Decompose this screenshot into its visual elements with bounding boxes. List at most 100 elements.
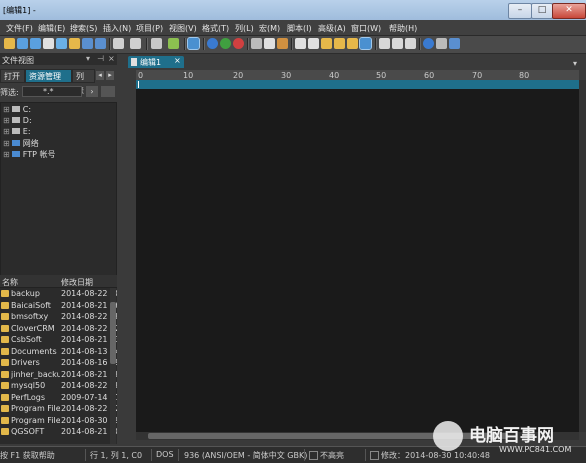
save-icon[interactable] — [82, 38, 93, 49]
list-item[interactable]: Documents 2014-08-13 14 — [0, 347, 117, 358]
column-mode-icon[interactable] — [168, 38, 179, 49]
tree-item[interactable]: ⊞ FTP 帐号 — [3, 149, 56, 160]
ruler-mark: 30 — [281, 71, 292, 80]
minimize-button[interactable]: – — [508, 3, 532, 19]
text-editor[interactable] — [136, 89, 579, 432]
menu-insert[interactable]: 插入(N) — [103, 23, 131, 34]
menu-search[interactable]: 搜索(S) — [70, 23, 97, 34]
document-tab[interactable]: 编辑1 × — [128, 56, 184, 68]
menu-view[interactable]: 视图(V) — [169, 23, 197, 34]
find-icon[interactable] — [321, 38, 332, 49]
stop-icon[interactable] — [233, 38, 244, 49]
copy-icon[interactable] — [264, 38, 275, 49]
menu-format[interactable]: 格式(T) — [202, 23, 229, 34]
ruler: 0 10 20 30 40 50 60 70 80 — [136, 70, 579, 80]
open-folder-icon[interactable] — [4, 38, 15, 49]
help-icon[interactable] — [449, 38, 460, 49]
menu-window[interactable]: 窗口(W) — [351, 23, 381, 34]
status-divider — [151, 449, 152, 461]
filter-input[interactable]: *.* — [22, 86, 82, 97]
find-in-files-icon[interactable] — [347, 38, 358, 49]
list-item[interactable]: bmsoftxy 2014-08-22 08 — [0, 312, 117, 323]
menu-project[interactable]: 项目(P) — [136, 23, 163, 34]
redo-icon[interactable] — [308, 38, 319, 49]
list-item[interactable]: PerfLogs 2009-07-14 11 — [0, 393, 117, 404]
folder-icon — [1, 382, 9, 389]
undo-icon[interactable] — [295, 38, 306, 49]
ruler-mark: 80 — [519, 71, 530, 80]
menu-macro[interactable]: 宏(M) — [259, 23, 280, 34]
window-layout-icon[interactable] — [379, 38, 390, 49]
folder-icon — [1, 348, 9, 355]
list-item[interactable]: mysql50 2014-08-22 08 — [0, 381, 117, 392]
tab-scroll-right-icon[interactable]: ▸ — [106, 71, 114, 80]
highlight-checkbox[interactable] — [309, 451, 318, 460]
watermark: 电脑百事网 WWW.PC841.COM — [433, 418, 583, 458]
goto-icon[interactable] — [359, 37, 372, 50]
save-all-icon[interactable] — [95, 38, 106, 49]
tree-item[interactable]: ⊞ D: — [3, 116, 32, 127]
tab-scroll-left-icon[interactable]: ◂ — [96, 71, 104, 80]
column-date[interactable]: 修改日期 — [61, 277, 93, 288]
readonly-checkbox[interactable] — [370, 451, 379, 460]
dropdown-arrow-icon[interactable]: ▾ — [86, 54, 90, 63]
column-name[interactable]: 名称 — [2, 277, 18, 288]
list-item[interactable]: Drivers 2014-08-16 09 — [0, 358, 117, 369]
status-codepage[interactable]: 936 (ANSI/OEM - 简体中文 GBK) — [184, 450, 307, 461]
back-arrow-icon[interactable] — [17, 38, 28, 49]
close-button[interactable]: ✕ — [552, 3, 586, 19]
menu-script[interactable]: 脚本(I) — [287, 23, 312, 34]
tile-window-icon[interactable] — [405, 38, 416, 49]
list-item[interactable]: jinher_backup2014-08-21 18 — [0, 370, 117, 381]
print-preview-icon[interactable] — [130, 38, 141, 49]
tab-list[interactable]: 列表 — [72, 69, 95, 95]
menu-file[interactable]: 文件(F) — [6, 23, 33, 34]
close-panel-icon[interactable]: × — [108, 54, 115, 63]
pin-icon[interactable]: ⊣ — [97, 54, 104, 63]
tab-list-dropdown-icon[interactable]: ▾ — [573, 59, 577, 68]
paste-icon[interactable] — [277, 38, 288, 49]
menu-column[interactable]: 列(L) — [235, 23, 254, 34]
status-position: 行 1, 列 1, C0 — [90, 451, 143, 460]
status-divider — [365, 449, 366, 461]
forward-arrow-icon[interactable] — [30, 38, 41, 49]
folder-icon[interactable] — [69, 38, 80, 49]
list-item[interactable]: Program File...2014-08-30 09 — [0, 416, 117, 427]
menu-advanced[interactable]: 高级(A) — [318, 23, 346, 34]
browse-folder-icon[interactable] — [101, 86, 115, 97]
tab-open[interactable]: 打开 — [0, 69, 25, 83]
folder-icon — [1, 325, 9, 332]
list-item[interactable]: Program Files 2014-08-22 12 — [0, 404, 117, 415]
status-line-ending[interactable]: DOS — [156, 450, 174, 459]
list-item[interactable]: backup 2014-08-22 10 — [0, 289, 117, 300]
menu-edit[interactable]: 编辑(E) — [38, 23, 65, 34]
new-file-icon[interactable] — [43, 38, 54, 49]
list-item[interactable]: CsbSoft 2014-08-21 13 — [0, 335, 117, 346]
status-highlight[interactable]: 不高亮 — [320, 450, 344, 461]
replace-icon[interactable] — [334, 38, 345, 49]
page-icon[interactable] — [151, 38, 162, 49]
tab-explorer[interactable]: 资源管理器 — [25, 69, 72, 95]
tree-item[interactable]: ⊞ C: — [3, 105, 31, 116]
split-window-icon[interactable] — [392, 38, 403, 49]
tree-item[interactable]: ⊞ E: — [3, 127, 31, 138]
maximize-button[interactable]: □ — [531, 3, 553, 19]
list-item[interactable]: CloverCRM 2014-08-22 12 — [0, 324, 117, 335]
go-arrow-icon[interactable]: › — [86, 86, 98, 97]
word-wrap-icon[interactable] — [187, 37, 200, 50]
list-scroll-thumb[interactable] — [110, 302, 116, 364]
print-icon[interactable] — [113, 38, 124, 49]
vertical-scrollbar[interactable] — [579, 80, 586, 432]
refresh-icon[interactable] — [220, 38, 231, 49]
cut-icon[interactable] — [251, 38, 262, 49]
browser-icon[interactable] — [423, 38, 434, 49]
ruler-mark: 10 — [183, 71, 194, 80]
tree-item[interactable]: ⊞ 网络 — [3, 138, 39, 149]
open-file-icon[interactable] — [56, 38, 67, 49]
settings-icon[interactable] — [436, 38, 447, 49]
globe-icon[interactable] — [207, 38, 218, 49]
menu-help[interactable]: 帮助(H) — [389, 23, 417, 34]
list-item[interactable]: QGSOFT 2014-08-21 10 — [0, 427, 117, 438]
list-item[interactable]: BaicaiSoft 2014-08-21 16 — [0, 301, 117, 312]
close-tab-icon[interactable]: × — [174, 56, 181, 65]
